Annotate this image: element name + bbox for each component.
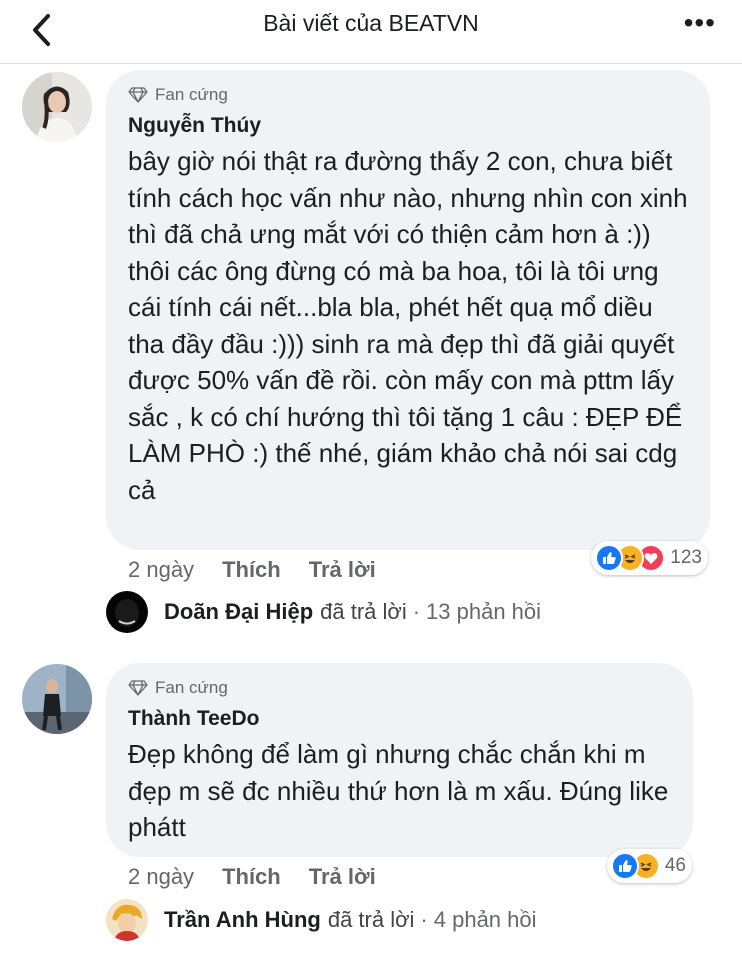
- reply-count: 4 phản hồi: [433, 907, 537, 932]
- reply-status: đã trả lời: [320, 599, 407, 624]
- reactions-summary[interactable]: 123: [591, 541, 708, 575]
- reply-preview[interactable]: Trần Anh Hùng đã trả lời · 4 phản hồi: [106, 899, 537, 941]
- comment-text: Đẹp không để làm gì nhưng chắc chắn khi …: [128, 739, 669, 842]
- more-options-icon[interactable]: •••: [684, 8, 716, 38]
- badge-label: Fan cứng: [155, 678, 228, 697]
- like-reaction-icon: [610, 852, 639, 880]
- avatar[interactable]: [22, 72, 92, 142]
- badge-label: Fan cứng: [155, 85, 228, 104]
- reaction-count: 123: [670, 547, 702, 568]
- avatar[interactable]: [22, 664, 92, 734]
- reply-count: 13 phản hồi: [426, 599, 542, 624]
- reply-avatar: [106, 899, 148, 941]
- reply-author: Trần Anh Hùng: [164, 907, 321, 932]
- comment-time[interactable]: 2 ngày: [128, 864, 194, 890]
- reply-button[interactable]: Trả lời: [309, 557, 376, 583]
- diamond-icon: [128, 680, 148, 696]
- reply-status: đã trả lời: [327, 907, 415, 932]
- comment-actions: 2 ngày Thích Trả lời: [128, 864, 376, 890]
- comment-bubble: Fan cứng Thành TeeDo Đẹp không để làm gì…: [106, 663, 693, 857]
- separator-dot: ·: [420, 907, 428, 932]
- like-button[interactable]: Thích: [222, 557, 281, 583]
- comment-time[interactable]: 2 ngày: [128, 557, 194, 583]
- reply-avatar: [106, 591, 148, 633]
- comment-actions: 2 ngày Thích Trả lời: [128, 557, 376, 583]
- comment-author[interactable]: Thành TeeDo: [128, 705, 673, 732]
- comment-author[interactable]: Nguyễn Thúy: [128, 112, 690, 139]
- reply-author: Doãn Đại Hiệp: [164, 599, 314, 624]
- fan-badge: Fan cứng: [128, 84, 690, 106]
- like-button[interactable]: Thích: [222, 864, 281, 890]
- diamond-icon: [128, 87, 148, 103]
- reply-button[interactable]: Trả lời: [309, 864, 376, 890]
- fan-badge: Fan cứng: [128, 677, 673, 699]
- reaction-count: 46: [664, 855, 686, 876]
- comment-text: bây giờ nói thật ra đường thấy 2 con, ch…: [128, 146, 688, 505]
- comment-bubble: Fan cứng Nguyễn Thúy bây giờ nói thật ra…: [106, 70, 710, 550]
- reactions-summary[interactable]: 46: [606, 849, 692, 883]
- separator-dot: ·: [412, 599, 421, 624]
- top-bar: Bài viết của BEATVN •••: [0, 0, 742, 64]
- page-title: Bài viết của BEATVN: [263, 10, 479, 36]
- reply-preview[interactable]: Doãn Đại Hiệp đã trả lời · 13 phản hồi: [106, 591, 541, 633]
